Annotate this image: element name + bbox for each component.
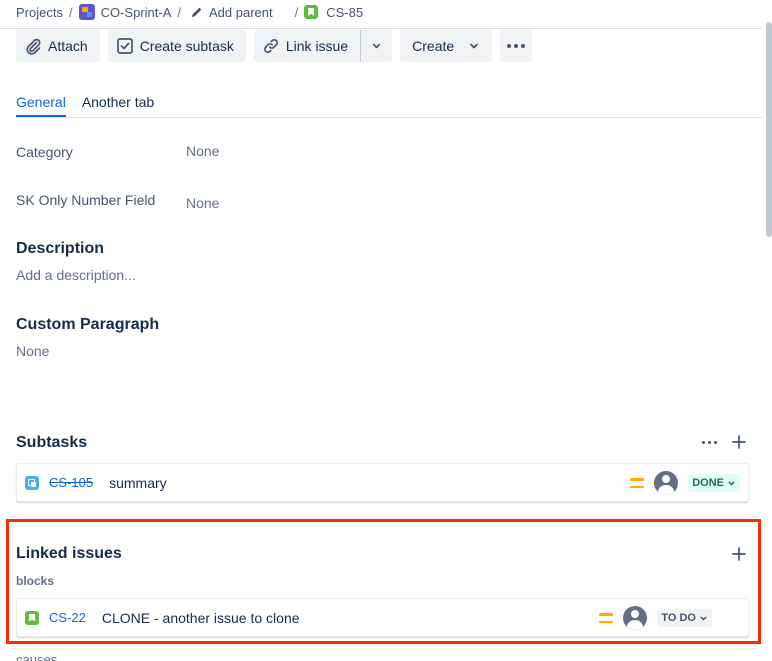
create-label: Create — [412, 38, 455, 54]
paperclip-icon — [26, 38, 41, 55]
story-icon — [304, 5, 319, 19]
linked-issue-key[interactable]: CS-22 — [49, 610, 86, 625]
breadcrumb-separator: / — [294, 4, 299, 20]
assignee-avatar[interactable] — [623, 606, 648, 630]
breadcrumb-issue[interactable]: CS-85 — [304, 5, 363, 20]
description-field[interactable]: Add a description... — [16, 267, 136, 283]
custom-paragraph-value[interactable]: None — [16, 343, 49, 359]
breadcrumb: Projects / CO-Sprint-A / Add parent / CS… — [16, 3, 363, 21]
subtask-row[interactable]: CS-105 summary DONE — [16, 463, 749, 502]
link-relation-label-partial: causes — [16, 652, 58, 661]
status-dropdown[interactable]: DONE — [688, 474, 740, 492]
attach-button[interactable]: Attach — [16, 30, 100, 62]
priority-medium-icon — [630, 478, 645, 488]
link-issue-button[interactable]: Link issue — [253, 30, 361, 62]
subtask-meta: DONE — [630, 471, 740, 495]
add-parent-button[interactable]: Add parent — [191, 5, 273, 20]
more-icon — [701, 440, 717, 444]
linked-issues-title: Linked issues — [16, 545, 122, 562]
link-icon — [263, 38, 278, 54]
assignee-avatar[interactable] — [654, 471, 679, 495]
link-issue-split-button: Link issue — [253, 30, 393, 62]
description-title: Description — [16, 240, 105, 257]
tab-another[interactable]: Another tab — [82, 94, 154, 117]
plus-icon — [732, 547, 746, 561]
chevron-down-icon — [373, 43, 381, 49]
link-issue-dropdown-button[interactable] — [360, 30, 393, 62]
issue-tabs: General Another tab — [16, 94, 154, 117]
subtasks-more-button[interactable] — [697, 430, 721, 454]
create-button[interactable]: Create — [400, 30, 493, 62]
sk-only-number-field-label: SK Only Number Field — [16, 192, 156, 208]
chevron-down-icon — [700, 616, 707, 621]
story-icon — [25, 610, 39, 625]
linked-issue-summary[interactable]: CLONE - another issue to clone — [102, 610, 300, 626]
project-icon — [78, 4, 95, 20]
subtask-icon — [25, 475, 39, 490]
header-divider — [0, 28, 762, 29]
create-subtask-label: Create subtask — [139, 38, 234, 54]
chevron-down-icon — [470, 43, 479, 49]
breadcrumb-separator: / — [68, 4, 73, 20]
subtasks-title: Subtasks — [16, 434, 88, 451]
tab-general[interactable]: General — [16, 94, 66, 117]
link-issue-label: Link issue — [285, 38, 349, 54]
scrollbar[interactable] — [766, 22, 772, 237]
subtask-summary[interactable]: summary — [109, 475, 167, 491]
more-actions-button[interactable] — [500, 30, 533, 62]
create-subtask-button[interactable]: Create subtask — [107, 30, 246, 62]
priority-medium-icon — [599, 613, 614, 623]
breadcrumb-projects-label: Projects — [16, 4, 63, 20]
breadcrumb-project[interactable]: CO-Sprint-A — [78, 4, 172, 20]
breadcrumb-separator: / — [177, 4, 182, 20]
sk-only-number-field-value[interactable]: None — [186, 195, 219, 211]
linked-issue-row[interactable]: CS-22 CLONE - another issue to clone TO … — [16, 598, 749, 637]
pencil-icon — [192, 7, 202, 17]
attach-label: Attach — [48, 38, 88, 54]
subtask-key[interactable]: CS-105 — [49, 475, 93, 490]
custom-paragraph-title: Custom Paragraph — [16, 316, 160, 333]
status-label: DONE — [692, 477, 724, 489]
add-parent-label: Add parent — [209, 4, 273, 20]
breadcrumb-projects[interactable]: Projects — [16, 5, 63, 20]
breadcrumb-project-label: CO-Sprint-A — [100, 4, 172, 20]
add-subtask-button[interactable] — [727, 430, 751, 454]
subtask-checkbox-icon — [116, 38, 133, 54]
chevron-down-icon — [728, 481, 735, 486]
link-relation-label: blocks — [16, 574, 55, 588]
breadcrumb-issue-key: CS-85 — [326, 4, 364, 20]
category-value[interactable]: None — [186, 143, 219, 159]
tabs-divider — [16, 117, 762, 118]
add-linked-issue-button[interactable] — [727, 542, 751, 566]
status-dropdown[interactable]: TO DO — [657, 609, 712, 627]
category-label: Category — [16, 144, 73, 160]
more-icon — [507, 44, 526, 48]
plus-icon — [732, 435, 746, 449]
issue-toolbar: Attach Create subtask Link issue Create — [16, 30, 533, 62]
status-label: TO DO — [661, 612, 696, 624]
linked-issue-meta: TO DO — [599, 606, 712, 630]
